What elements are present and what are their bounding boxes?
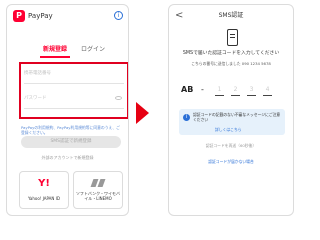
code-prefix: AB: [181, 85, 194, 94]
code-digit-4[interactable]: 4: [263, 85, 272, 96]
submit-button[interactable]: SMS認証で新規登録: [21, 136, 121, 148]
security-notice: i 認証コードの記載のない不審なメッセージにご注意ください 詳しくはこちら: [179, 109, 285, 135]
code-digit-1[interactable]: 1: [215, 85, 224, 96]
auth-tabs: 新規登録 ログイン: [7, 45, 128, 59]
code-separator: -: [201, 85, 204, 94]
info-icon: i: [183, 114, 190, 121]
terms-text[interactable]: PayPayの利用規約、PayPay利用規約等に同意のうえ、ご登録ください。: [21, 125, 123, 135]
sms-verification-screen: < SMS認証 SMSで届いた認証コードを入力してください こちらの番号に送信し…: [168, 4, 294, 216]
resend-code-button[interactable]: 認証コードを再送（60秒後）: [169, 143, 293, 148]
yahoo-label: Yahoo! JAPAN ID: [28, 196, 60, 201]
info-icon[interactable]: i: [114, 11, 123, 20]
other-accounts-label: 外部のアカウントで新規登録: [41, 155, 94, 160]
notice-link[interactable]: 詳しくはこちら: [215, 127, 242, 132]
code-digit-3[interactable]: 3: [247, 85, 256, 96]
eye-icon[interactable]: [115, 96, 122, 100]
code-not-received-link[interactable]: 認証コードが届かない場合: [169, 159, 293, 164]
instruction-heading: SMSで届いた認証コードを入力してください: [182, 51, 280, 56]
transition-arrow-icon: [136, 102, 149, 124]
password-input[interactable]: パスワード: [24, 93, 124, 109]
page-title: SMS認証: [218, 12, 244, 19]
paypay-logo-icon: P: [13, 10, 25, 22]
yahoo-login-button[interactable]: Y! Yahoo! JAPAN ID: [19, 171, 69, 209]
smartphone-icon: [227, 29, 238, 46]
tab-login[interactable]: ログイン: [81, 45, 105, 55]
phone-number-input[interactable]: 携帯電話番号: [24, 68, 124, 84]
app-name: PayPay: [28, 12, 53, 20]
app-header: P PayPay i: [7, 5, 128, 27]
softbank-login-button[interactable]: ソフトバンク・ワイモバイル・LINEMO: [73, 171, 123, 209]
code-digit-2[interactable]: 2: [231, 85, 240, 96]
password-placeholder: パスワード: [24, 96, 47, 101]
notice-text: 認証コードの記載のない不審なメッセージにご注意ください: [193, 112, 281, 122]
sent-number-text: こちらの番号に送信しました 090 1234 5678: [191, 61, 271, 66]
paypay-registration-screen: P PayPay i 新規登録 ログイン 携帯電話番号 パスワード PayPay…: [6, 4, 129, 216]
softbank-icon: [90, 179, 106, 187]
active-tab-indicator: [40, 56, 70, 58]
yahoo-icon: Y!: [38, 178, 50, 189]
softbank-label: ソフトバンク・ワイモバイル・LINEMO: [75, 191, 121, 201]
tab-register[interactable]: 新規登録: [43, 45, 67, 55]
